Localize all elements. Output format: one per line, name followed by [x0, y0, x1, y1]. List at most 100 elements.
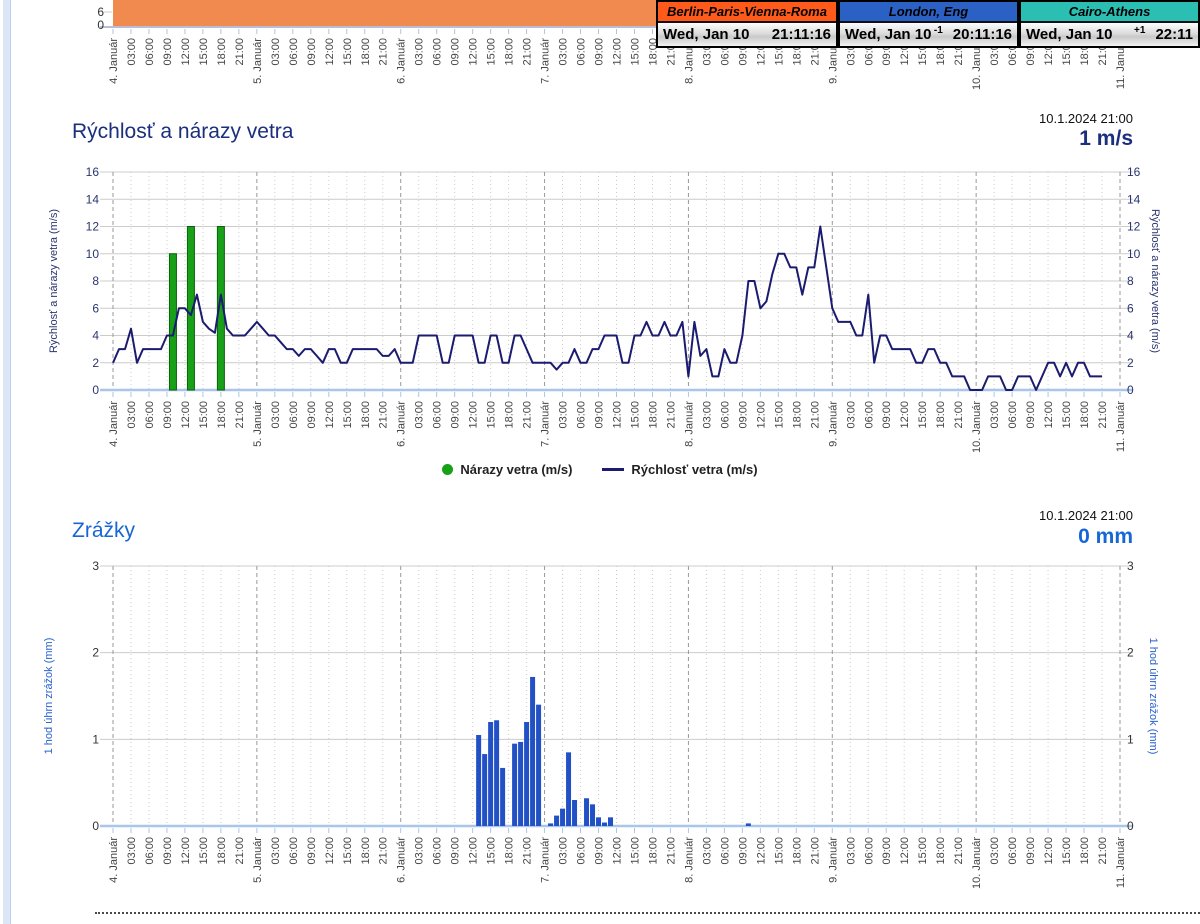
clock-date: Wed, Jan 10: [663, 26, 749, 43]
svg-text:14: 14: [1127, 192, 1141, 206]
svg-text:14: 14: [86, 192, 100, 206]
svg-text:15:00: 15:00: [629, 38, 641, 66]
svg-text:4. Január: 4. Január: [108, 837, 120, 883]
clock-date: Wed, Jan 10: [845, 26, 931, 43]
svg-text:8: 8: [92, 274, 99, 288]
svg-text:09:00: 09:00: [881, 401, 893, 429]
clock-body: Wed, Jan 10 +1 22:11: [1021, 23, 1198, 46]
svg-text:18:00: 18:00: [216, 837, 228, 865]
svg-text:12:00: 12:00: [180, 837, 192, 865]
clock-london: London, Eng Wed, Jan 10 -1 20:11:16: [838, 0, 1019, 48]
svg-text:0: 0: [92, 383, 99, 397]
svg-text:06:00: 06:00: [576, 837, 588, 865]
svg-text:09:00: 09:00: [162, 38, 174, 66]
svg-text:03:00: 03:00: [845, 837, 857, 865]
clock-date: Wed, Jan 10: [1026, 26, 1112, 43]
legend-label-speed: Rýchlosť vetra (m/s): [631, 462, 757, 477]
svg-text:21:00: 21:00: [234, 837, 246, 865]
legend-item-gusts[interactable]: Nárazy vetra (m/s): [442, 462, 572, 477]
svg-text:15:00: 15:00: [1061, 401, 1073, 429]
svg-text:18:00: 18:00: [360, 38, 372, 66]
svg-text:03:00: 03:00: [414, 837, 426, 865]
clock-title: Cairo-Athens: [1021, 2, 1198, 23]
precip-chart-title: Zrážky: [72, 519, 135, 543]
svg-text:21:00: 21:00: [234, 401, 246, 429]
svg-text:10. Január: 10. Január: [971, 837, 983, 889]
svg-text:12:00: 12:00: [612, 38, 624, 66]
svg-text:03:00: 03:00: [989, 401, 1001, 429]
svg-text:09:00: 09:00: [1025, 401, 1037, 429]
svg-text:09:00: 09:00: [594, 401, 606, 429]
clock-title: Berlin-Paris-Vienna-Roma: [658, 2, 836, 23]
precip-chart-canvas: 001122331 hod úhrn zrážok (mm)1 hod úhrn…: [0, 556, 1200, 916]
svg-text:2: 2: [92, 356, 99, 370]
svg-text:4: 4: [92, 329, 99, 343]
svg-text:06:00: 06:00: [144, 837, 156, 865]
svg-text:03:00: 03:00: [701, 401, 713, 429]
svg-text:18:00: 18:00: [504, 837, 516, 865]
svg-text:15:00: 15:00: [486, 38, 498, 66]
svg-text:15:00: 15:00: [342, 837, 354, 865]
svg-text:21:00: 21:00: [378, 38, 390, 66]
speed-line-icon: [602, 468, 624, 471]
svg-text:09:00: 09:00: [306, 401, 318, 429]
svg-text:11. Január: 11. Január: [1115, 837, 1127, 889]
svg-text:18:00: 18:00: [216, 401, 228, 429]
svg-text:18:00: 18:00: [360, 401, 372, 429]
svg-text:09:00: 09:00: [162, 401, 174, 429]
svg-text:21:00: 21:00: [809, 401, 821, 429]
clock-time: 21:11:16: [772, 26, 831, 43]
svg-text:6: 6: [97, 5, 104, 19]
svg-text:09:00: 09:00: [594, 837, 606, 865]
legend-item-speed[interactable]: Rýchlosť vetra (m/s): [602, 462, 757, 477]
svg-text:18:00: 18:00: [504, 401, 516, 429]
svg-text:18:00: 18:00: [1079, 401, 1091, 429]
svg-text:03:00: 03:00: [414, 38, 426, 66]
svg-text:03:00: 03:00: [845, 401, 857, 429]
wind-chart-title: Rýchlosť a nárazy vetra: [72, 120, 293, 144]
svg-text:15:00: 15:00: [917, 837, 929, 865]
svg-text:4. Január: 4. Január: [108, 401, 120, 447]
svg-text:06:00: 06:00: [288, 38, 300, 66]
svg-text:06:00: 06:00: [432, 401, 444, 429]
svg-text:12:00: 12:00: [468, 401, 480, 429]
svg-text:18:00: 18:00: [647, 837, 659, 865]
svg-text:06:00: 06:00: [576, 38, 588, 66]
svg-text:03:00: 03:00: [270, 38, 282, 66]
svg-text:09:00: 09:00: [594, 38, 606, 66]
svg-text:1: 1: [92, 732, 99, 746]
svg-text:3: 3: [92, 559, 99, 573]
svg-text:09:00: 09:00: [162, 837, 174, 865]
svg-text:12: 12: [86, 220, 100, 234]
wind-chart-legend: Nárazy vetra (m/s) Rýchlosť vetra (m/s): [0, 462, 1200, 477]
svg-text:03:00: 03:00: [270, 837, 282, 865]
svg-text:09:00: 09:00: [306, 837, 318, 865]
svg-text:06:00: 06:00: [576, 401, 588, 429]
svg-text:21:00: 21:00: [1097, 837, 1109, 865]
precip-chart-timestamp: 10.1.2024 21:00: [1039, 508, 1133, 523]
svg-text:06:00: 06:00: [288, 837, 300, 865]
svg-text:21:00: 21:00: [665, 837, 677, 865]
svg-text:06:00: 06:00: [144, 38, 156, 66]
svg-text:06:00: 06:00: [432, 38, 444, 66]
svg-text:18:00: 18:00: [1079, 837, 1091, 865]
svg-text:09:00: 09:00: [306, 38, 318, 66]
clock-time: 20:11:16: [953, 26, 1012, 43]
svg-text:Rýchlosť a nárazy vetra (m/s): Rýchlosť a nárazy vetra (m/s): [48, 209, 60, 353]
svg-text:18:00: 18:00: [935, 401, 947, 429]
svg-text:9. Január: 9. Január: [827, 401, 839, 447]
svg-text:18:00: 18:00: [791, 401, 803, 429]
svg-text:6. Január: 6. Január: [396, 38, 408, 84]
svg-text:15:00: 15:00: [629, 837, 641, 865]
svg-text:15:00: 15:00: [773, 401, 785, 429]
svg-text:6. Január: 6. Január: [396, 837, 408, 883]
svg-text:12:00: 12:00: [1043, 401, 1055, 429]
svg-text:7. Január: 7. Január: [540, 401, 552, 447]
svg-text:06:00: 06:00: [288, 401, 300, 429]
svg-text:8: 8: [1127, 274, 1134, 288]
bottom-dotted-separator: [95, 912, 1200, 914]
svg-text:03:00: 03:00: [126, 401, 138, 429]
svg-text:18:00: 18:00: [504, 38, 516, 66]
svg-text:12:00: 12:00: [468, 38, 480, 66]
svg-text:06:00: 06:00: [863, 837, 875, 865]
